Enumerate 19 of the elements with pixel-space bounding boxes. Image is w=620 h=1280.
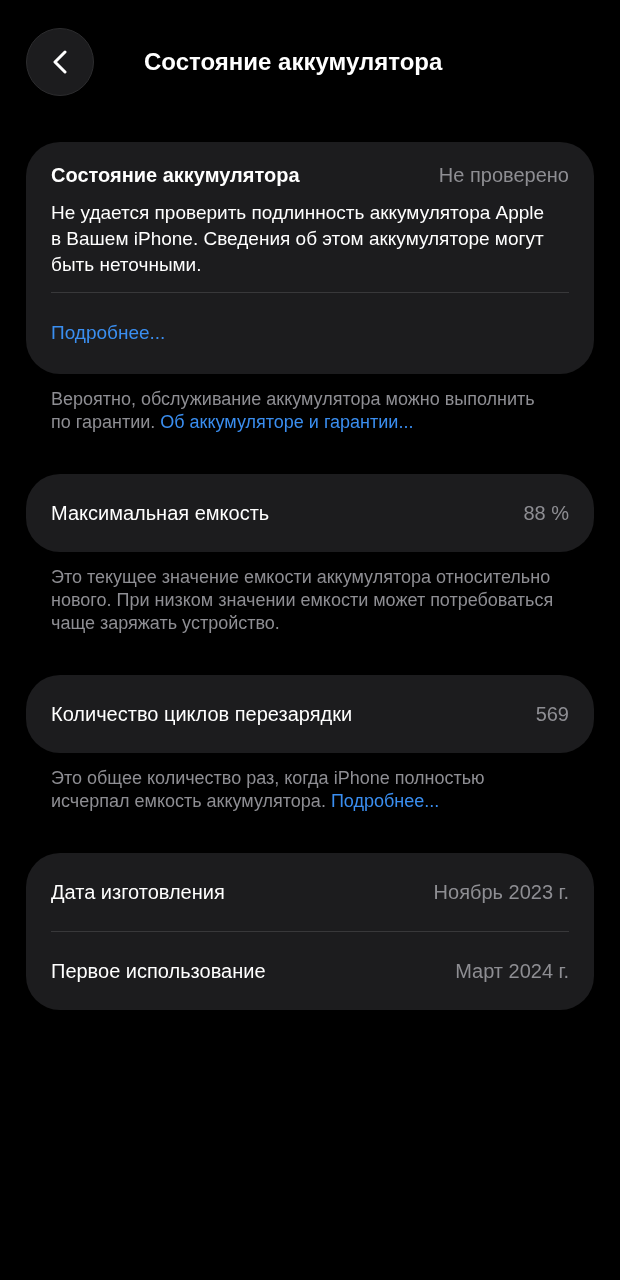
status-label: Состояние аккумулятора	[51, 163, 300, 188]
row-value: 88 %	[523, 500, 569, 526]
more-link[interactable]: Подробнее...	[51, 293, 166, 374]
status-description: Не удается проверить подлинность аккумулятора Apple в Вашем iPhone. Сведения об этом аккумуляторе могут быть неточными.	[51, 201, 546, 277]
row-label: Максимальная емкость	[51, 500, 270, 526]
footer-link[interactable]: Об аккумуляторе и гарантии...	[160, 411, 414, 432]
row-label: Дата изготовления	[51, 879, 225, 905]
row-label: Количество циклов перезарядки	[51, 701, 353, 727]
row-value: 569	[535, 701, 569, 727]
footer-note: Это текущее значение емкости аккумулятора относительно нового. При низком значении емкости может потребоваться чаще заряжать устройство.	[50, 565, 555, 635]
row-value: Ноябрь 2023 г.	[433, 879, 569, 905]
page-title: Состояние аккумулятора	[144, 47, 443, 77]
row-value: Март 2024 г.	[455, 958, 569, 984]
row-label: Первое использование	[51, 958, 266, 984]
status-value: Не проверено	[438, 163, 569, 188]
footer-link[interactable]: Подробнее...	[330, 790, 440, 811]
footer-note: Это общее количество раз, когда iPhone полностью исчерпал емкость аккумулятора. Подробнее...	[50, 766, 486, 813]
footer-note: Вероятно, обслуживание аккумулятора можно выполнить по гарантии. Об аккумуляторе и гарантии...	[50, 387, 536, 434]
back-chevron-icon	[53, 50, 67, 74]
